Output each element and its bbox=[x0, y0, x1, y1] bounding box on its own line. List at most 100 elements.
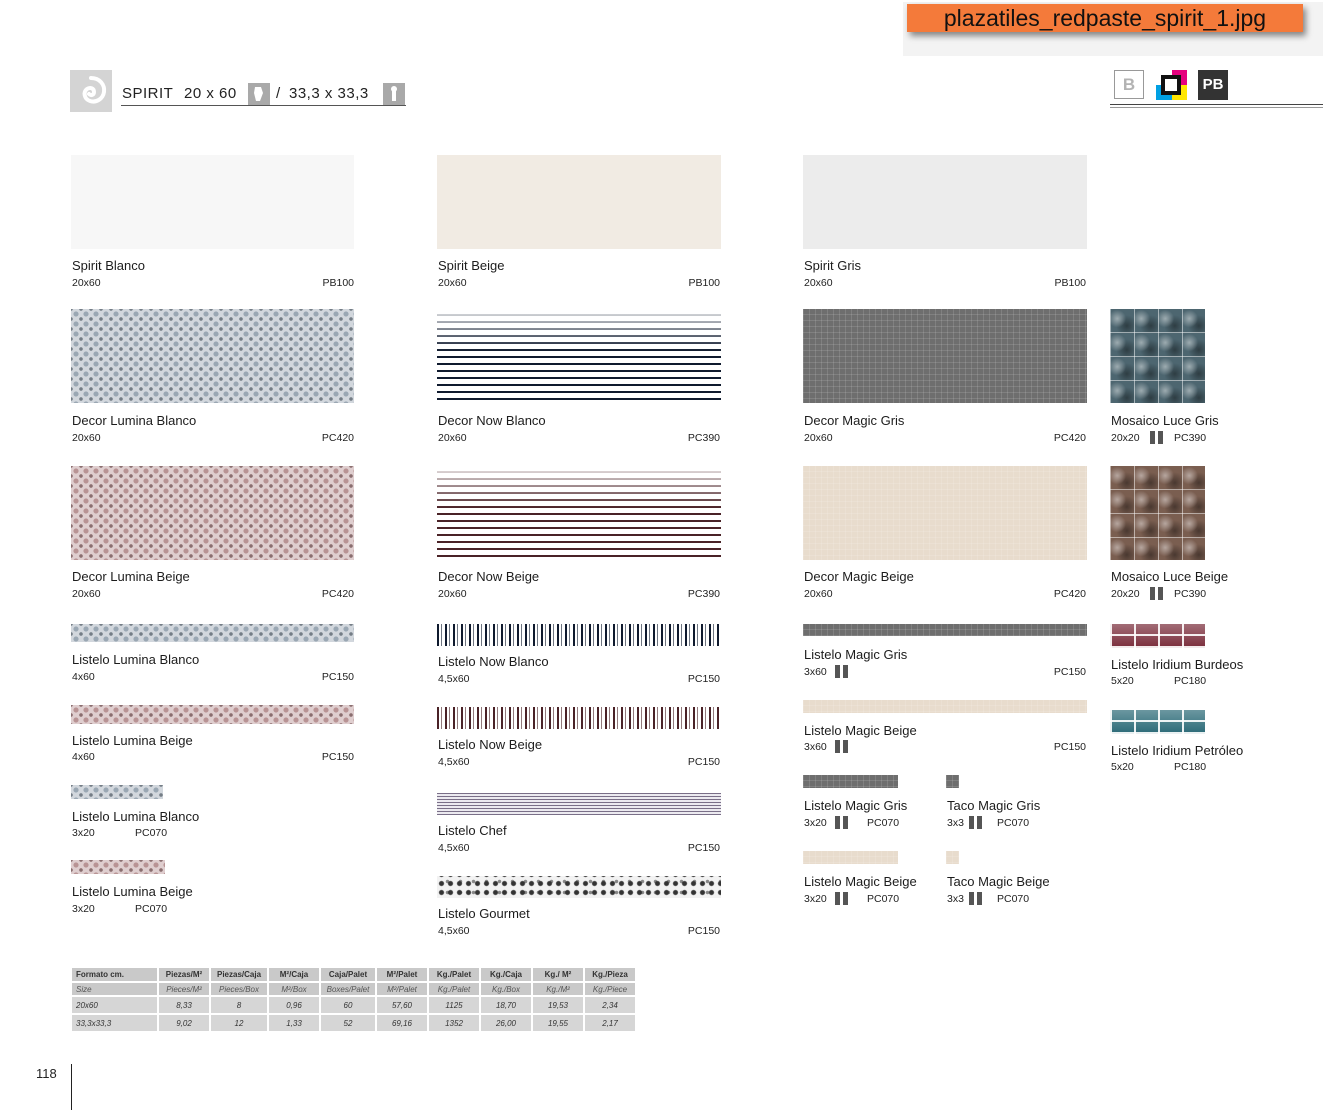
tile-name: Listelo Magic Beige bbox=[804, 723, 917, 738]
pieces-per-box-icon bbox=[1150, 587, 1164, 600]
format-a: 20 x 60 bbox=[184, 85, 237, 102]
pieces-per-box-icon bbox=[835, 740, 849, 753]
tile-size: 5x20 bbox=[1111, 761, 1134, 773]
spec-cell: 2,34 bbox=[584, 996, 637, 1015]
tile-code: PC070 bbox=[867, 893, 900, 905]
spec-subheader-cell: M²/Palet bbox=[376, 982, 429, 997]
tile-swatch-listelo-lumina-blanco-20 bbox=[71, 785, 163, 799]
tile-size: 4,5x60 bbox=[438, 673, 470, 685]
tile-code: PC420 bbox=[1053, 432, 1086, 444]
pieces-per-box-icon bbox=[835, 816, 849, 829]
tile-swatch-listelo-now-blanco bbox=[437, 624, 721, 646]
tile-code: PC420 bbox=[321, 432, 354, 444]
spec-header-cell: M²/Caja bbox=[268, 968, 321, 983]
spec-cell: 12 bbox=[210, 1014, 269, 1033]
tile-size: 20x60 bbox=[804, 277, 833, 289]
spec-subheader-cell: Kg./Palet bbox=[428, 982, 481, 997]
tile-name: Listelo Magic Gris bbox=[804, 647, 908, 662]
tile-name: Decor Now Blanco bbox=[438, 413, 546, 428]
tile-name: Decor Lumina Blanco bbox=[72, 413, 197, 428]
spec-subheader-cell: Pieces/Box bbox=[210, 982, 269, 997]
tile-size: 20x60 bbox=[72, 277, 101, 289]
tile-swatch-listelo-chef bbox=[437, 793, 721, 815]
tile-size: 3x20 bbox=[804, 817, 827, 829]
tile-code: PC070 bbox=[135, 903, 168, 915]
tile-code: PC150 bbox=[687, 842, 720, 854]
spec-cell: 19,53 bbox=[532, 996, 585, 1015]
tile-size: 3x60 bbox=[804, 741, 827, 753]
page-number: 118 bbox=[36, 1066, 57, 1081]
spec-header-cell: Piezas/Caja bbox=[210, 968, 269, 983]
tile-name: Spirit Gris bbox=[804, 258, 862, 273]
wall-tile-icon bbox=[248, 83, 270, 105]
tile-swatch-decor-magic-gris bbox=[803, 309, 1087, 403]
tile-name: Listelo Gourmet bbox=[438, 906, 530, 921]
spec-header-row: Formato cm. Piezas/M² Piezas/Caja M²/Caj… bbox=[72, 968, 637, 983]
spec-subheader-cell: Kg./M² bbox=[532, 982, 585, 997]
spec-cell: 1125 bbox=[428, 996, 481, 1015]
tile-swatch-listelo-lumina-beige-20 bbox=[71, 860, 165, 874]
tile-size: 5x20 bbox=[1111, 675, 1134, 687]
header-rule-right bbox=[1110, 104, 1323, 105]
spec-subheader-row: Size Pieces/M² Pieces/Box M²/Box Boxes/P… bbox=[72, 982, 637, 997]
spec-cell: 26,00 bbox=[480, 1014, 533, 1033]
spec-subheader-cell: Kg./Piece bbox=[584, 982, 637, 997]
tile-name: Spirit Blanco bbox=[72, 258, 145, 273]
tile-swatch-listelo-magic-gris-60 bbox=[803, 624, 1087, 636]
tile-size: 3x3 bbox=[947, 893, 964, 905]
tile-name: Listelo Lumina Beige bbox=[72, 884, 193, 899]
tile-name: Listelo Chef bbox=[438, 823, 507, 838]
tile-size: 3x20 bbox=[72, 827, 95, 839]
spec-cell: 0,96 bbox=[268, 996, 321, 1015]
spec-subheader-cell: Boxes/Palet bbox=[320, 982, 377, 997]
tile-name: Mosaico Luce Gris bbox=[1111, 413, 1219, 428]
tile-code: PC150 bbox=[1053, 666, 1086, 678]
series-name: SPIRIT bbox=[122, 85, 174, 102]
tile-swatch-listelo-magic-gris-20 bbox=[803, 775, 898, 788]
tile-swatch-listelo-lumina-blanco-60 bbox=[71, 624, 354, 642]
tile-name: Listelo Now Beige bbox=[438, 737, 543, 752]
spec-header-cell: Kg./Palet bbox=[428, 968, 481, 983]
tile-code: PC420 bbox=[1053, 588, 1086, 600]
tile-size: 20x60 bbox=[72, 588, 101, 600]
tile-code: PC150 bbox=[687, 756, 720, 768]
spec-subheader-cell: Kg./Box bbox=[480, 982, 533, 997]
tile-swatch-listelo-gourmet bbox=[437, 876, 721, 898]
pieces-per-box-icon bbox=[1150, 431, 1164, 444]
tile-name: Taco Magic Beige bbox=[947, 874, 1050, 889]
tile-swatch-mosaico-luce-gris bbox=[1110, 309, 1205, 403]
filename-label: plazatiles_redpaste_spirit_1.jpg bbox=[907, 4, 1303, 32]
page-number-rule bbox=[71, 1064, 72, 1110]
tile-size: 20x20 bbox=[1111, 432, 1140, 444]
tile-code: PC390 bbox=[1174, 432, 1207, 444]
tile-code: PC390 bbox=[687, 588, 720, 600]
tile-name: Decor Magic Beige bbox=[804, 569, 914, 584]
brand-spiral-logo bbox=[70, 70, 112, 112]
spec-cell: 52 bbox=[320, 1014, 377, 1033]
tile-size: 4,5x60 bbox=[438, 756, 470, 768]
tile-code: PC180 bbox=[1174, 761, 1207, 773]
tile-code: PC180 bbox=[1174, 675, 1207, 687]
spec-table: Formato cm. Piezas/M² Piezas/Caja M²/Caj… bbox=[72, 968, 637, 1033]
spec-header-cell: Piezas/M² bbox=[158, 968, 211, 983]
spec-row: 33,3x33,3 9,02 12 1,33 52 69,16 1352 26,… bbox=[72, 1014, 637, 1033]
tile-size: 20x60 bbox=[438, 588, 467, 600]
tile-size: 20x60 bbox=[804, 588, 833, 600]
tile-size: 3x20 bbox=[72, 903, 95, 915]
tile-size: 20x60 bbox=[438, 277, 467, 289]
spec-cell: 1,33 bbox=[268, 1014, 321, 1033]
tile-code: PC420 bbox=[321, 588, 354, 600]
tile-size: 4,5x60 bbox=[438, 925, 470, 937]
tile-code: PB100 bbox=[1054, 277, 1086, 289]
tile-size: 3x60 bbox=[804, 666, 827, 678]
tile-code: PC070 bbox=[867, 817, 900, 829]
tile-name: Listelo Magic Beige bbox=[804, 874, 917, 889]
tile-size: 4,5x60 bbox=[438, 842, 470, 854]
tile-code: PB100 bbox=[688, 277, 720, 289]
spec-cell: 8,33 bbox=[158, 996, 211, 1015]
spec-cell: 1352 bbox=[428, 1014, 481, 1033]
tile-swatch-decor-lumina-blanco bbox=[71, 309, 354, 403]
tile-swatch-listelo-iridium-petroleo bbox=[1110, 710, 1205, 734]
spec-cell: 33,3x33,3 bbox=[72, 1014, 159, 1033]
tile-swatch-mosaico-luce-beige bbox=[1110, 466, 1205, 560]
